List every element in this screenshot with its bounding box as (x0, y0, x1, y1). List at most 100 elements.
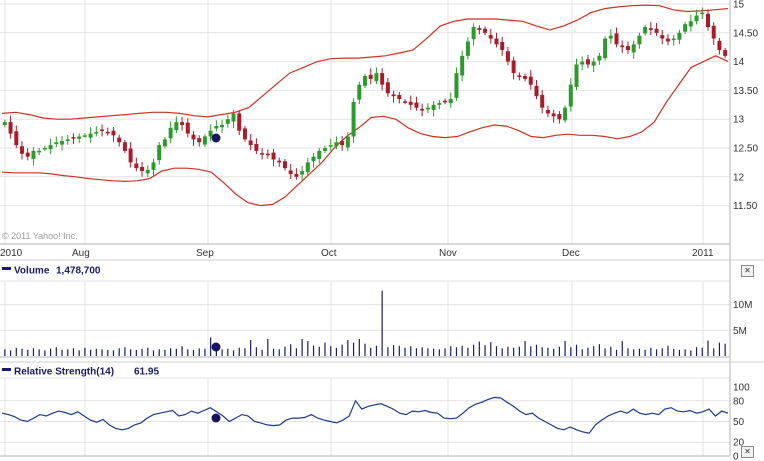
stock-chart: 15 14.50 14 13.50 13 12.50 12 11.50 2010 Aug Sep Oc… (0, 0, 764, 461)
candle (471, 23, 476, 46)
candle (202, 134, 207, 147)
rsi-tick-label: 50 (733, 417, 745, 428)
candle (65, 134, 70, 145)
candle (717, 37, 722, 55)
price-tick-label: 15 (733, 0, 745, 11)
volume-title: Volume (14, 266, 50, 277)
candle (328, 138, 333, 151)
candle (528, 70, 533, 90)
rsi-crosshair-marker (211, 413, 221, 423)
candle (368, 68, 373, 84)
volume-tick-label: 5M (733, 326, 747, 337)
candle (105, 127, 110, 136)
candle (111, 127, 116, 142)
volume-legend: Volume 1,478,700 (2, 266, 101, 277)
price-tick-label: 12.50 (733, 144, 758, 155)
candle (505, 46, 510, 66)
close-rsi-panel-button[interactable]: ✕ (741, 446, 754, 458)
date-tick-label: 2010 (0, 248, 23, 259)
candle (282, 158, 287, 171)
candle (488, 28, 493, 44)
candle (294, 168, 299, 180)
price-tick-label: 14.50 (733, 28, 758, 39)
candle (340, 136, 345, 151)
volume-value: 1,478,700 (56, 266, 101, 277)
candle (265, 149, 270, 159)
candle (437, 100, 442, 110)
candle (391, 90, 396, 103)
candle (620, 40, 625, 53)
volume-crosshair-marker (211, 342, 221, 352)
candle (654, 23, 659, 36)
candle (128, 142, 133, 168)
candle (414, 96, 419, 111)
candle (397, 92, 402, 104)
candle (162, 137, 167, 149)
candle (574, 58, 579, 90)
candle (71, 133, 76, 145)
upper-band-line (1, 4, 729, 120)
candle (305, 158, 310, 176)
candle (260, 148, 265, 160)
price-tick-label: 14 (733, 57, 745, 68)
candle (151, 158, 156, 177)
candle (300, 165, 305, 181)
close-icon: ✕ (744, 266, 751, 275)
candle (277, 157, 282, 167)
candle (523, 73, 528, 82)
candle (688, 14, 693, 32)
candle (374, 67, 379, 85)
candle (723, 47, 728, 59)
candle (677, 29, 682, 45)
price-crosshair-marker (211, 133, 221, 143)
candle (700, 7, 705, 19)
candle (242, 126, 247, 142)
candle (460, 50, 465, 82)
candle (42, 145, 47, 151)
candle (220, 119, 225, 134)
candle (168, 121, 173, 144)
candle (94, 126, 99, 137)
candle (431, 101, 436, 117)
rsi-tick-label: 0 (733, 452, 739, 461)
candle (237, 110, 242, 136)
candle (197, 135, 202, 147)
candle (20, 141, 25, 160)
candle (551, 109, 556, 123)
candle (483, 26, 488, 36)
candle (614, 27, 619, 48)
candle (225, 114, 230, 128)
price-tick-label: 13.50 (733, 86, 758, 97)
candle (380, 68, 385, 91)
rsi-tick-label: 100 (733, 383, 750, 394)
candle (157, 142, 162, 165)
candle (408, 95, 413, 110)
candle (580, 56, 585, 71)
candle (317, 147, 322, 164)
rsi-swatch (2, 368, 11, 371)
candle (705, 9, 710, 31)
candle (603, 36, 608, 61)
rsi-title: Relative Strength(14) (14, 367, 114, 378)
candle (540, 89, 545, 114)
candle (351, 98, 356, 143)
close-volume-panel-button[interactable]: ✕ (741, 265, 754, 277)
candle (145, 165, 150, 178)
candle (534, 80, 539, 100)
candle (311, 152, 316, 168)
candle (134, 157, 139, 172)
candle (671, 34, 676, 46)
candle (214, 120, 219, 132)
candle (597, 52, 602, 65)
candle (545, 105, 550, 118)
candle (637, 32, 642, 49)
candle (2, 119, 7, 128)
candle (185, 118, 190, 138)
candle (385, 77, 390, 97)
candle (122, 139, 127, 154)
candle (563, 105, 568, 123)
price-tick-label: 11.50 (733, 201, 758, 212)
candle (363, 73, 367, 89)
candle (48, 138, 53, 155)
candle (448, 92, 453, 109)
